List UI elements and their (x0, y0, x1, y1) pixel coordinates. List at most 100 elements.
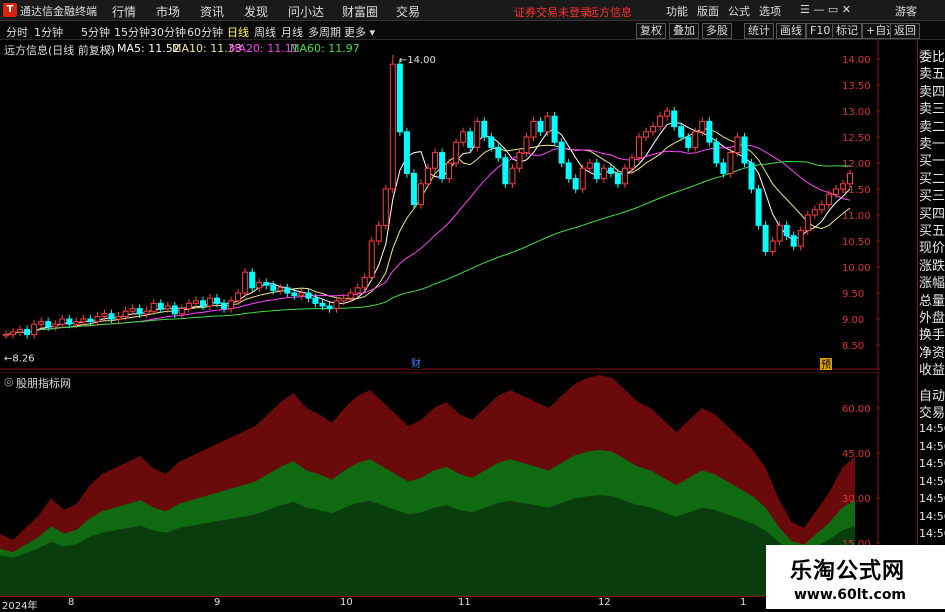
tab-5min[interactable]: 5分钟 (81, 24, 110, 40)
candle-body (45, 321, 52, 328)
trade-time: 14:56 (919, 422, 945, 435)
app-logo: T (3, 3, 17, 17)
candle-body (221, 302, 228, 310)
candle-body (734, 136, 741, 154)
quote-label: 买二 (919, 171, 945, 187)
low-price-label: ←8.26 (4, 353, 35, 364)
candle-body (270, 284, 277, 291)
tab-1min[interactable]: 1分钟 (34, 24, 63, 40)
candle-body (537, 120, 544, 133)
ma5-legend: MA5: 11.52 (117, 42, 180, 55)
candle-body (228, 300, 235, 310)
menu-caifuquan[interactable]: 财富圈 (342, 3, 378, 20)
candle-body (263, 282, 270, 286)
candle-body (558, 141, 565, 164)
draw-line-button[interactable]: 画线 (776, 23, 806, 39)
date-label-2024: 2024年 (2, 601, 38, 612)
candle-body (804, 214, 811, 232)
back-button[interactable]: 返回 (890, 23, 920, 39)
candle-body (565, 162, 572, 180)
date-label-12: 12 (598, 597, 611, 608)
candle-body (417, 183, 424, 206)
candle-body (614, 172, 621, 185)
candle-body (523, 136, 530, 154)
menu-gongshi[interactable]: 公式 (728, 3, 750, 19)
tab-more[interactable]: 更多 ▾ (344, 24, 375, 40)
tab-30min[interactable]: 30分钟 (150, 24, 186, 40)
tab-fenshi[interactable]: 分时 (6, 24, 28, 40)
overlay-button[interactable]: 叠加 (669, 23, 699, 39)
candle-body (115, 315, 122, 320)
date-label-8: 8 (68, 597, 75, 608)
menu-wenxiaoda[interactable]: 问小达 (288, 3, 324, 20)
date-label-9: 9 (214, 597, 221, 608)
menu-faxian[interactable]: 发现 (244, 3, 268, 20)
candle-body (347, 292, 354, 299)
candle-body (3, 334, 9, 337)
trade-time: 14:56 (919, 527, 945, 540)
login-notice[interactable]: 证券交易未登录 (514, 4, 591, 20)
quote-label: 涨幅 (919, 276, 945, 292)
f10-button[interactable]: F10 (806, 23, 835, 39)
watermark-url: www.60lt.com (794, 587, 907, 603)
trade-time: 14:56 (919, 492, 945, 505)
date-axis (0, 596, 880, 610)
candle-body (488, 136, 495, 148)
candle-body (643, 131, 650, 138)
candle-body (389, 63, 396, 190)
candle-body (439, 152, 446, 180)
window-controls[interactable]: ☰ — ▭ ✕ (800, 3, 851, 16)
tab-daily[interactable]: 日线 (227, 24, 249, 40)
candle-body (73, 321, 80, 325)
tab-multi-period[interactable]: 多周期 (308, 24, 341, 40)
candle-body (467, 131, 474, 148)
candle-body (544, 115, 551, 133)
candle-body (825, 193, 832, 206)
candle-body (425, 167, 431, 185)
quote-label: 卖三 (919, 102, 945, 118)
indicator-chart[interactable]: 60.0045.0030.0015.00 (0, 372, 880, 596)
indicator-collapse-icon[interactable]: ◎ (4, 375, 14, 388)
tab-weekly[interactable]: 周线 (254, 24, 276, 40)
candle-body (713, 141, 720, 164)
candle-body (375, 224, 382, 242)
ma20-legend: MA20: 11.11 (229, 42, 299, 55)
menu-gongneng[interactable]: 功能 (666, 3, 688, 19)
candle-body (94, 315, 101, 323)
tab-60min[interactable]: 60分钟 (187, 24, 223, 40)
candle-body (699, 120, 706, 133)
candle-body (460, 131, 467, 143)
menu-jiaoyi[interactable]: 交易 (396, 3, 420, 20)
tab-15min[interactable]: 15分钟 (114, 24, 150, 40)
quote-label: 买五 (919, 224, 945, 239)
candle-body (516, 152, 523, 169)
collapse-icon[interactable]: ◎ (104, 42, 114, 55)
multi-stock-button[interactable]: 多股 (702, 23, 732, 39)
tab-more-label: 更多 (344, 26, 366, 39)
candle-body (143, 310, 150, 315)
candle-body (80, 318, 87, 323)
menu-shichang[interactable]: 市场 (156, 3, 180, 20)
trade-time: 14:56 (919, 439, 945, 453)
candle-body (776, 224, 783, 242)
statistics-button[interactable]: 统计 (744, 23, 774, 39)
fuquan-button[interactable]: 复权 (636, 23, 666, 39)
candle-body (593, 162, 600, 180)
indicator-tick-label: 60.00 (842, 404, 871, 415)
tab-monthly[interactable]: 月线 (281, 24, 303, 40)
menu-hangqing[interactable]: 行情 (112, 3, 136, 20)
candlestick-chart[interactable]: 14.00 13.50 13.00 12.50 12.00 11.50 11.00 10.50… (0, 40, 880, 370)
guest-user[interactable]: 游客 (895, 3, 917, 19)
candle-body (572, 178, 579, 190)
price-tick-label: 11.00 (842, 211, 871, 222)
mark-button[interactable]: 标记 (832, 23, 862, 39)
candle-body (298, 292, 305, 297)
stock-name-notice: 远方信息 (588, 6, 632, 19)
candle-body (192, 300, 199, 304)
earnings-marker-label: 财 (411, 357, 421, 370)
app-title: 通达信金融终端 (20, 5, 97, 18)
menu-banmian[interactable]: 版面 (697, 3, 719, 19)
menu-zixun[interactable]: 资讯 (200, 3, 224, 20)
menu-xuanxiang[interactable]: 选项 (759, 3, 781, 19)
indicator-title: 股朋指标网 (16, 377, 71, 390)
